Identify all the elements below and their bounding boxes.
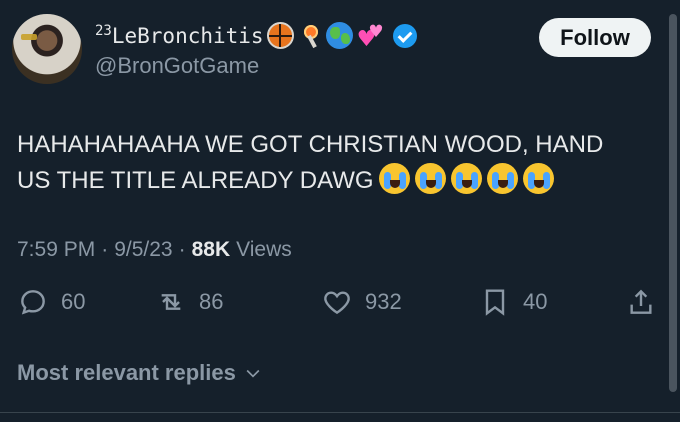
basketball-icon — [266, 22, 294, 49]
heart-icon — [324, 291, 350, 315]
tweet-meta: 7:59 PM · 9/5/23 · 88K Views — [17, 238, 292, 262]
retweet-icon — [161, 294, 181, 310]
torch-icon — [297, 22, 323, 49]
reply-icon — [21, 290, 45, 315]
chevron-down-icon — [246, 369, 260, 378]
share-button[interactable] — [625, 286, 657, 318]
loudly-crying-face-icon — [486, 163, 518, 194]
share-icon — [630, 289, 652, 314]
meta-separator: · — [101, 238, 109, 261]
bookmark-count: 40 — [523, 289, 548, 314]
like-button[interactable]: 932 — [321, 286, 402, 318]
verified-badge-icon — [392, 23, 417, 48]
tweet-time[interactable]: 7:59 PM — [17, 238, 95, 262]
bookmark-icon — [485, 289, 505, 316]
like-count: 932 — [365, 289, 402, 314]
hearts-icon — [356, 22, 384, 52]
reply-count: 60 — [61, 289, 86, 314]
divider — [0, 412, 680, 413]
tweet-text-line-1: HAHAHAHAAHA WE GOT CHRISTIAN WOOD, HAND — [17, 131, 604, 158]
replies-sort-label: Most relevant replies — [17, 360, 236, 385]
replies-sort-dropdown[interactable]: Most relevant replies — [17, 360, 263, 386]
loudly-crying-face-icon — [450, 163, 482, 194]
loudly-crying-face-icon — [378, 163, 410, 194]
bookmark-button[interactable]: 40 — [479, 286, 547, 318]
follow-button[interactable]: Follow — [539, 18, 651, 57]
globe-icon — [325, 22, 353, 49]
loudly-crying-face-icon — [414, 163, 446, 194]
retweet-count: 86 — [199, 289, 224, 314]
author-handle[interactable]: @BronGotGame — [95, 53, 259, 79]
tweet-text: HAHAHAHAAHA WE GOT CHRISTIAN WOOD, HAND … — [17, 127, 657, 199]
scrollbar[interactable] — [669, 14, 677, 392]
avatar[interactable] — [12, 14, 82, 84]
reply-button[interactable]: 60 — [17, 286, 85, 318]
retweet-button[interactable]: 86 — [155, 286, 223, 318]
views-label: Views — [236, 238, 292, 261]
author-name-row[interactable]: 23LeBronchitis — [95, 22, 417, 52]
tweet-text-line-2: US THE TITLE ALREADY DAWG — [17, 167, 374, 194]
tweet-header: 23LeBronchitis @BronGotGame Follow — [12, 14, 660, 84]
author-display-name[interactable]: 23LeBronchitis — [95, 23, 264, 48]
views-count: 88K — [191, 238, 231, 261]
loudly-crying-face-icon — [522, 163, 554, 194]
meta-separator: · — [178, 238, 186, 261]
tweet-date[interactable]: 9/5/23 — [114, 238, 172, 262]
action-bar: 60 86 932 40 — [17, 286, 667, 326]
